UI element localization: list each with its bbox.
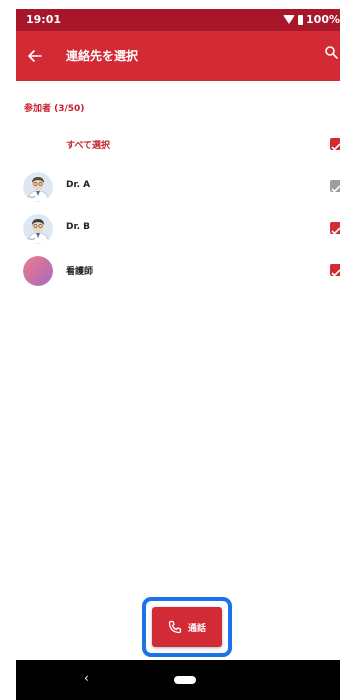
back-button[interactable] — [22, 43, 48, 69]
system-nav-bar: ‹ — [16, 660, 340, 700]
select-all-checkbox[interactable] — [330, 138, 340, 150]
participant-row[interactable]: Dr. A — [16, 167, 340, 207]
participant-row[interactable]: Dr. B — [16, 209, 340, 249]
arrow-left-icon — [28, 50, 42, 62]
gradient-avatar — [23, 256, 53, 286]
doctor-avatar — [23, 172, 53, 202]
participant-checkbox[interactable] — [330, 180, 340, 192]
participants-header: 参加者 (3/50) — [24, 104, 85, 114]
participant-row[interactable]: 看護師 — [16, 251, 340, 291]
call-button[interactable]: 通話 — [152, 607, 222, 647]
search-icon — [325, 46, 338, 59]
app-bar: 連絡先を選択 — [16, 31, 340, 81]
status-time: 19:01 — [26, 13, 62, 26]
check-icon — [331, 143, 340, 150]
status-bar: 19:01 100% — [16, 9, 340, 31]
battery-percent: 100% — [306, 13, 340, 26]
participant-checkbox[interactable] — [330, 264, 340, 276]
phone-icon — [168, 620, 182, 634]
participant-name: Dr. A — [66, 180, 91, 190]
participant-name: Dr. B — [66, 222, 91, 232]
battery-icon — [298, 14, 304, 25]
nav-home-icon[interactable] — [174, 676, 196, 684]
search-button[interactable] — [324, 44, 340, 66]
nav-back-icon[interactable]: ‹ — [84, 671, 89, 685]
screen: 19:01 100% 連絡先を選択 参加者 (3/50) すべて選択 Dr. A… — [16, 9, 340, 700]
check-icon — [331, 227, 340, 234]
select-all-label: すべて選択 — [66, 141, 111, 151]
participant-name: 看護師 — [66, 267, 94, 277]
wifi-icon — [283, 15, 296, 24]
check-icon — [331, 185, 340, 192]
select-all-row[interactable]: すべて選択 — [16, 125, 340, 165]
page-title: 連絡先を選択 — [66, 49, 139, 63]
participant-checkbox[interactable] — [330, 222, 340, 234]
check-icon — [331, 269, 340, 276]
doctor-avatar — [23, 214, 53, 244]
call-button-label: 通話 — [187, 623, 206, 634]
status-icons: 100% — [283, 13, 340, 26]
